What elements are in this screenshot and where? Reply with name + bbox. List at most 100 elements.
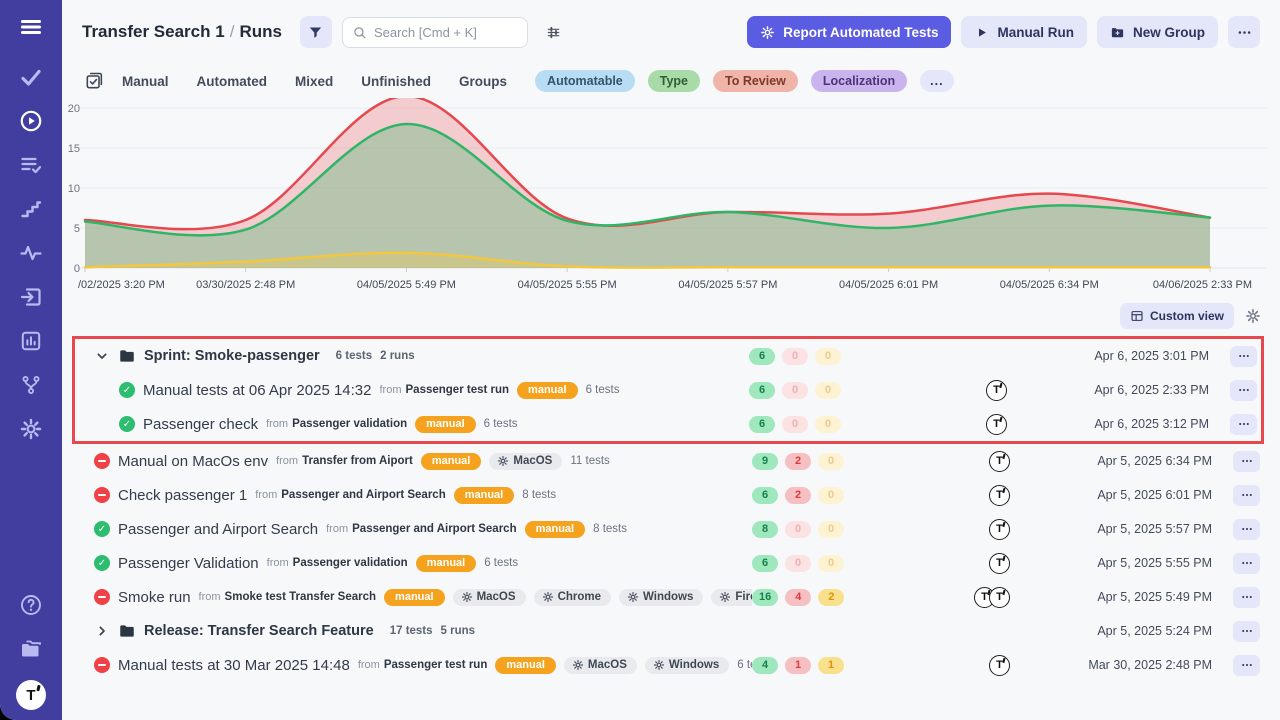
run-type-tag: manual — [415, 416, 476, 433]
tab-groups[interactable]: Groups — [459, 74, 507, 89]
tag-pill-more[interactable]: ... — [920, 70, 953, 92]
report-automated-tests-button[interactable]: Report Automated Tests — [747, 16, 951, 48]
run-title: Manual tests at 30 Mar 2025 14:48 — [118, 657, 350, 674]
manual-run-button[interactable]: Manual Run — [961, 16, 1087, 48]
result-badges: 600 — [749, 348, 849, 365]
row-main-cell: Manual tests at 30 Mar 2025 14:48fromPas… — [94, 657, 752, 674]
status-passed-icon: ✓ — [94, 555, 110, 571]
header-more-button[interactable] — [1228, 16, 1260, 48]
run-row[interactable]: Manual on MacOs env fromTransfer from Aip… — [62, 444, 1280, 478]
failed-badge: 2 — [785, 487, 811, 504]
row-main-cell: Smoke runfromSmoke test Transfer Searchm… — [94, 589, 752, 606]
result-badges: 800 — [752, 521, 852, 538]
run-date: Apr 5, 2025 5:49 PM — [1062, 590, 1222, 604]
folder-icon — [118, 622, 136, 640]
workspace-logo[interactable]: T — [16, 680, 46, 710]
row-menu-button[interactable] — [1230, 380, 1257, 401]
sidebar-item-branches[interactable] — [18, 372, 44, 398]
env-pill-macos: MacOS — [453, 589, 526, 606]
custom-view-button[interactable]: Custom view — [1120, 303, 1234, 329]
sidebar-item-menu[interactable] — [18, 14, 44, 40]
sidebar-item-analytics[interactable] — [18, 240, 44, 266]
failed-badge: 0 — [785, 521, 811, 538]
run-source: fromTransfer from Aiport — [276, 455, 413, 467]
row-menu-button[interactable] — [1233, 553, 1260, 574]
run-row[interactable]: ✓Manual tests at 06 Apr 2025 14:32fromPa… — [75, 373, 1261, 407]
row-menu-button[interactable] — [1233, 655, 1260, 676]
run-row[interactable]: ✓Passenger checkfromPassenger validation… — [75, 407, 1261, 441]
list-settings-button[interactable] — [1240, 303, 1266, 329]
sidebar-item-runs[interactable] — [18, 108, 44, 134]
run-title: Manual on MacOs env — [118, 453, 268, 470]
tab-automated[interactable]: Automated — [197, 74, 268, 89]
run-tests-count: 11 tests — [570, 455, 609, 467]
row-menu-button[interactable] — [1233, 485, 1260, 506]
run-row[interactable]: ✓Passenger ValidationfromPassenger valid… — [62, 546, 1280, 580]
tag-pill-automatable[interactable]: Automatable — [535, 70, 635, 92]
svg-text:5: 5 — [74, 223, 80, 235]
run-row[interactable]: ✓Passenger and Airport SearchfromPasseng… — [62, 512, 1280, 546]
status-failed-icon — [94, 589, 110, 605]
new-group-button[interactable]: New Group — [1097, 16, 1218, 48]
row-main-cell: Sprint: Smoke-passenger6 tests2 runs — [94, 347, 749, 365]
result-badges: 920 — [752, 453, 852, 470]
group-tests-count: 6 tests — [336, 350, 372, 362]
group-row[interactable]: Sprint: Smoke-passenger6 tests2 runs600A… — [75, 339, 1261, 373]
select-all-icon[interactable] — [84, 71, 104, 91]
passed-badge: 6 — [749, 348, 775, 365]
row-menu-button[interactable] — [1233, 451, 1260, 472]
run-row[interactable]: Smoke runfromSmoke test Transfer Searchm… — [62, 580, 1280, 614]
sidebar-item-settings[interactable] — [18, 416, 44, 442]
skipped-badge: 0 — [815, 348, 841, 365]
passed-badge: 8 — [752, 521, 778, 538]
chevron-down-icon[interactable] — [94, 348, 110, 364]
run-row[interactable]: Manual tests at 30 Mar 2025 14:48fromPas… — [62, 648, 1280, 682]
row-menu-button[interactable] — [1230, 414, 1257, 435]
run-source: fromSmoke test Transfer Search — [199, 591, 377, 603]
sidebar-item-milestones[interactable] — [18, 196, 44, 222]
tab-mixed[interactable]: Mixed — [295, 74, 333, 89]
sidebar-item-reports[interactable] — [18, 328, 44, 354]
run-source: fromPassenger and Airport Search — [326, 523, 516, 535]
tab-unfinished[interactable]: Unfinished — [361, 74, 431, 89]
funnel-icon — [307, 24, 324, 41]
search-box[interactable] — [342, 17, 528, 48]
run-title: Passenger and Airport Search — [118, 521, 318, 538]
row-menu-button[interactable] — [1230, 346, 1257, 367]
sidebar-item-projects[interactable] — [18, 636, 44, 662]
gear-icon — [1245, 308, 1261, 324]
row-menu-button[interactable] — [1233, 519, 1260, 540]
folder-plus-icon — [1110, 25, 1125, 40]
run-date: Apr 5, 2025 5:57 PM — [1062, 522, 1222, 536]
run-row[interactable]: Check passenger 1fromPassenger and Airpo… — [62, 478, 1280, 512]
svg-text:04/05/2025 6:34 PM: 04/05/2025 6:34 PM — [1000, 279, 1099, 291]
tab-manual[interactable]: Manual — [122, 74, 169, 89]
sidebar-item-plans[interactable] — [18, 152, 44, 178]
sidebar-item-help[interactable] — [18, 592, 44, 618]
tag-pill-localization[interactable]: Localization — [811, 70, 907, 92]
row-menu-button[interactable] — [1233, 587, 1260, 608]
run-tests-count: 6 tests — [737, 659, 752, 671]
view-settings-button[interactable] — [538, 16, 570, 48]
row-menu-button[interactable] — [1233, 621, 1260, 642]
search-input[interactable] — [374, 25, 518, 40]
sidebar-item-pulls[interactable] — [18, 284, 44, 310]
run-type-tag: manual — [525, 521, 586, 538]
env-pill-chrome: Chrome — [534, 589, 611, 606]
group-row[interactable]: Release: Transfer Search Feature17 tests… — [62, 614, 1280, 648]
tag-pill-type[interactable]: Type — [648, 70, 700, 92]
chevron-right-icon[interactable] — [94, 623, 110, 639]
avatar: T — [989, 553, 1010, 574]
filter-button[interactable] — [300, 16, 332, 48]
sidebar-item-tests[interactable] — [18, 64, 44, 90]
folder-icon — [118, 347, 136, 365]
run-date: Apr 6, 2025 2:33 PM — [1059, 383, 1219, 397]
breadcrumb-project: Transfer Search 1 — [82, 22, 225, 41]
row-main-cell: Check passenger 1fromPassenger and Airpo… — [94, 487, 752, 504]
run-type-tag: manual — [454, 487, 515, 504]
run-title: Smoke run — [118, 589, 191, 606]
assignee-avatars: T — [852, 655, 1062, 676]
tag-pill-to-review[interactable]: To Review — [713, 70, 798, 92]
passed-badge: 9 — [752, 453, 778, 470]
avatar: T — [989, 451, 1010, 472]
